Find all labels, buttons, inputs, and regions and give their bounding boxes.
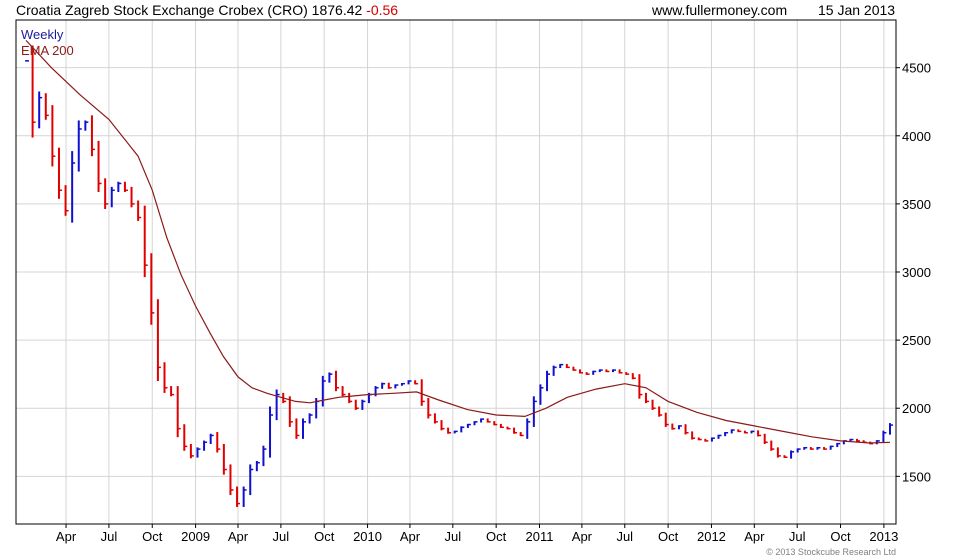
x-tick-label: Apr bbox=[228, 529, 249, 544]
x-tick-label: Jul bbox=[616, 529, 633, 544]
x-tick-label: 2013 bbox=[869, 529, 898, 544]
x-tick-label: Oct bbox=[658, 529, 679, 544]
legend-weekly: Weekly bbox=[21, 27, 64, 42]
y-tick-label: 1500 bbox=[902, 469, 931, 484]
y-tick-label: 4000 bbox=[902, 129, 931, 144]
x-tick-label: Oct bbox=[142, 529, 163, 544]
x-tick-label: Apr bbox=[744, 529, 765, 544]
x-tick-label: 2009 bbox=[181, 529, 210, 544]
x-tick-label: Jul bbox=[445, 529, 462, 544]
x-tick-label: Apr bbox=[56, 529, 77, 544]
y-tick-label: 3500 bbox=[902, 197, 931, 212]
y-tick-label: 2000 bbox=[902, 401, 931, 416]
legend-ema: EMA 200 bbox=[21, 43, 74, 58]
y-tick-label: 2500 bbox=[902, 333, 931, 348]
x-tick-label: 2010 bbox=[353, 529, 382, 544]
ema-200-line bbox=[25, 39, 891, 444]
x-tick-label: 2011 bbox=[526, 529, 554, 544]
y-tick-label: 4500 bbox=[902, 61, 931, 76]
x-tick-label: Oct bbox=[486, 529, 507, 544]
chart-legend: Weekly EMA 200 bbox=[21, 27, 74, 59]
y-tick-label: 3000 bbox=[902, 265, 931, 280]
x-tick-label: Apr bbox=[400, 529, 421, 544]
x-tick-label: 2012 bbox=[697, 529, 726, 544]
x-tick-label: Jul bbox=[101, 529, 118, 544]
x-tick-label: Oct bbox=[314, 529, 335, 544]
x-tick-label: Jul bbox=[273, 529, 290, 544]
x-tick-label: Jul bbox=[789, 529, 806, 544]
price-chart: 1500 2000 2500 3000 3500 4000 4500 Apr Jul Oct 200… bbox=[15, 19, 931, 544]
copyright-note: © 2013 Stockcube Research Ltd bbox=[766, 547, 896, 557]
x-tick-label: Apr bbox=[572, 529, 593, 544]
x-tick-label: Oct bbox=[830, 529, 851, 544]
